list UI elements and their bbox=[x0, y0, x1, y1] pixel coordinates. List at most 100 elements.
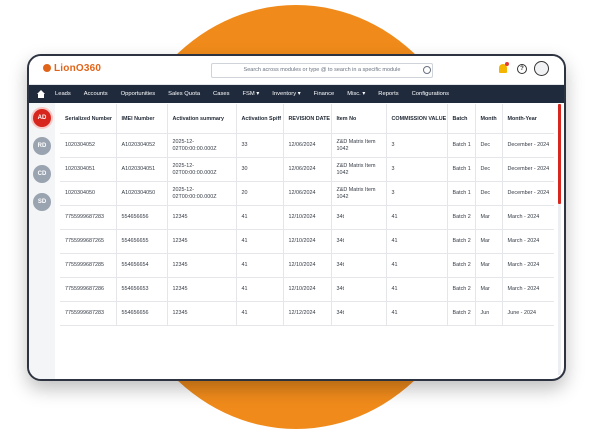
table-cell: Batch 2 bbox=[447, 277, 476, 302]
column-header[interactable]: Month-Year bbox=[502, 104, 554, 134]
table-cell: December - 2024 bbox=[502, 181, 554, 206]
logo[interactable]: LionO360 bbox=[43, 63, 101, 74]
nav-item-configurations[interactable]: Configurations bbox=[412, 91, 449, 97]
table-cell: 3 bbox=[386, 181, 448, 206]
sidebar-item-cd[interactable]: CD bbox=[33, 165, 51, 183]
column-header[interactable]: Serialized Number bbox=[60, 104, 117, 134]
table-cell: 1020304050 bbox=[60, 181, 117, 206]
table-cell: 12/10/2024 bbox=[283, 253, 332, 278]
sidebar-item-ad[interactable]: AD bbox=[33, 109, 51, 127]
table-cell: 34t bbox=[331, 301, 387, 326]
table-cell: 3 bbox=[386, 157, 448, 182]
table-cell: 12345 bbox=[167, 301, 237, 326]
table-cell: 41 bbox=[386, 301, 448, 326]
table-cell: 12/06/2024 bbox=[283, 181, 332, 206]
table-cell: 2025-12-02T00:00:00.000Z bbox=[167, 133, 237, 158]
notification-badge bbox=[505, 62, 509, 66]
nav-item-inventory[interactable]: Inventory ▾ bbox=[272, 91, 300, 97]
table-cell: 2025-12-02T00:00:00.000Z bbox=[167, 157, 237, 182]
nav-item-accounts[interactable]: Accounts bbox=[84, 91, 108, 97]
table-cell: 3 bbox=[386, 133, 448, 158]
nav-item-leads[interactable]: Leads bbox=[55, 91, 71, 97]
table-cell: Batch 2 bbox=[447, 301, 476, 326]
table-cell: 554656656 bbox=[116, 205, 168, 230]
table-cell: Batch 1 bbox=[447, 157, 476, 182]
table-cell: Z&D Matrix Item 1042 bbox=[331, 181, 387, 206]
search-input[interactable]: Search across modules or type @ to searc… bbox=[211, 63, 433, 78]
table-cell: Jun bbox=[475, 301, 503, 326]
main-nav: Leads Accounts Opportunities Sales Quota… bbox=[29, 85, 564, 103]
table-row[interactable]: 7755999687285 554656654 12345 41 12/10/2024 3… bbox=[60, 253, 554, 278]
column-header[interactable]: REVISION DATE bbox=[283, 104, 332, 134]
nav-item-opportunities[interactable]: Opportunities bbox=[121, 91, 155, 97]
table-cell: 41 bbox=[236, 253, 284, 278]
data-table-container: Serialized Number IMEI Number Activation… bbox=[60, 104, 554, 379]
table-cell: 34t bbox=[331, 277, 387, 302]
table-cell: 12/06/2024 bbox=[283, 133, 332, 158]
table-row[interactable]: 1020304051 A1020304051 2025-12-02T00:00:00… bbox=[60, 157, 554, 182]
table-cell: December - 2024 bbox=[502, 133, 554, 158]
column-header[interactable]: COMMISSION VALUE bbox=[386, 104, 448, 134]
table-cell: 2025-12-02T00:00:00.000Z bbox=[167, 181, 237, 206]
column-header[interactable]: Month bbox=[475, 104, 503, 134]
table-cell: 554656654 bbox=[116, 253, 168, 278]
column-header[interactable]: Item No bbox=[331, 104, 387, 134]
table-cell: Batch 1 bbox=[447, 181, 476, 206]
scrollbar[interactable] bbox=[558, 104, 561, 375]
table-cell: March - 2024 bbox=[502, 277, 554, 302]
table-cell: 20 bbox=[236, 181, 284, 206]
home-icon[interactable] bbox=[29, 85, 55, 103]
table-cell: 12/10/2024 bbox=[283, 205, 332, 230]
data-table: Serialized Number IMEI Number Activation… bbox=[60, 104, 554, 326]
table-cell: 41 bbox=[386, 277, 448, 302]
table-cell: 1020304052 bbox=[60, 133, 117, 158]
sidebar-item-sd[interactable]: SD bbox=[33, 193, 51, 211]
table-row[interactable]: 1020304050 A1020304050 2025-12-02T00:00:00… bbox=[60, 181, 554, 206]
table-cell: 554656656 bbox=[116, 301, 168, 326]
table-cell: 12/06/2024 bbox=[283, 157, 332, 182]
nav-item-cases[interactable]: Cases bbox=[213, 91, 229, 97]
table-cell: Dec bbox=[475, 181, 503, 206]
table-row[interactable]: 7755999687286 554656653 12345 41 12/10/2024 3… bbox=[60, 277, 554, 302]
table-cell: March - 2024 bbox=[502, 253, 554, 278]
column-header[interactable]: Batch bbox=[447, 104, 476, 134]
nav-item-misc[interactable]: Misc. ▾ bbox=[347, 91, 365, 97]
table-cell: Batch 1 bbox=[447, 133, 476, 158]
table-cell: 41 bbox=[386, 229, 448, 254]
table-cell: 33 bbox=[236, 133, 284, 158]
table-cell: 12/10/2024 bbox=[283, 229, 332, 254]
table-cell: June - 2024 bbox=[502, 301, 554, 326]
column-header[interactable]: Activation summary bbox=[167, 104, 237, 134]
table-cell: March - 2024 bbox=[502, 229, 554, 254]
nav-item-sales-quota[interactable]: Sales Quota bbox=[168, 91, 200, 97]
nav-item-finance[interactable]: Finance bbox=[314, 91, 335, 97]
table-cell: 41 bbox=[386, 253, 448, 278]
sidebar-item-rd[interactable]: RD bbox=[33, 137, 51, 155]
nav-item-fsm[interactable]: FSM ▾ bbox=[242, 91, 259, 97]
sidebar: AD RD CD SD bbox=[29, 103, 55, 379]
table-cell: 34t bbox=[331, 205, 387, 230]
column-header[interactable]: Activation Spiff bbox=[236, 104, 284, 134]
table-row[interactable]: 7755999687283 554656656 12345 41 12/12/2024 3… bbox=[60, 301, 554, 326]
table-cell: Batch 2 bbox=[447, 253, 476, 278]
help-icon[interactable]: ? bbox=[517, 64, 527, 74]
table-cell: 554656653 bbox=[116, 277, 168, 302]
column-header[interactable]: IMEI Number bbox=[116, 104, 168, 134]
table-row[interactable]: 7755999687283 554656656 12345 41 12/10/2024 3… bbox=[60, 205, 554, 230]
table-cell: December - 2024 bbox=[502, 157, 554, 182]
table-cell: Dec bbox=[475, 133, 503, 158]
table-cell: Dec bbox=[475, 157, 503, 182]
info-icon[interactable] bbox=[423, 66, 431, 74]
scrollbar-thumb[interactable] bbox=[558, 104, 561, 204]
table-cell: 12345 bbox=[167, 229, 237, 254]
table-body: 1020304052 A1020304052 2025-12-02T00:00:00… bbox=[60, 133, 554, 326]
table-cell: 41 bbox=[236, 301, 284, 326]
table-cell: Z&D Matrix Item 1042 bbox=[331, 133, 387, 158]
nav-item-reports[interactable]: Reports bbox=[378, 91, 398, 97]
table-cell: 41 bbox=[236, 277, 284, 302]
avatar[interactable] bbox=[534, 61, 549, 76]
table-cell: 7755999687265 bbox=[60, 229, 117, 254]
table-row[interactable]: 7755999687265 554656655 12345 41 12/10/2024 3… bbox=[60, 229, 554, 254]
table-cell: Mar bbox=[475, 205, 503, 230]
table-row[interactable]: 1020304052 A1020304052 2025-12-02T00:00:00… bbox=[60, 133, 554, 158]
